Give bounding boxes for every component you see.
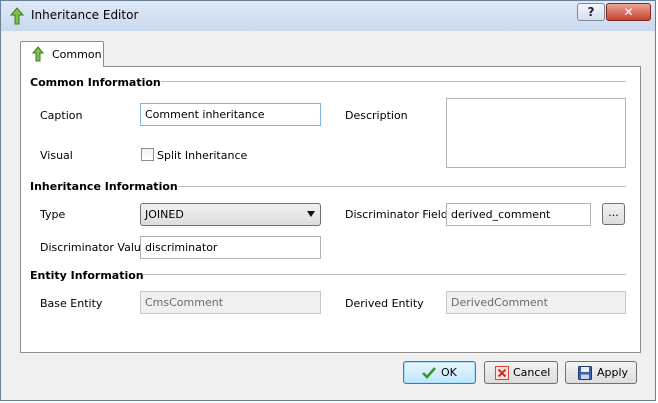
close-button[interactable]: ✕ <box>606 3 651 21</box>
help-button[interactable]: ? <box>577 3 605 21</box>
checkmark-icon <box>422 367 436 379</box>
description-textarea[interactable] <box>446 98 626 168</box>
derived-entity-field: DerivedComment <box>446 291 626 314</box>
discriminator-value-input[interactable]: discriminator <box>140 236 321 259</box>
ok-button-label: OK <box>441 366 457 379</box>
tab-label: Common <box>52 48 102 61</box>
split-inheritance-label[interactable]: Split Inheritance <box>157 149 247 162</box>
type-label: Type <box>40 208 66 221</box>
split-inheritance-checkbox[interactable] <box>141 148 154 161</box>
window-title: Inheritance Editor <box>31 8 139 22</box>
apply-button[interactable]: Apply <box>565 361 637 384</box>
apply-button-label: Apply <box>597 366 629 379</box>
section-inheritance-information: Inheritance Information <box>30 180 178 193</box>
ok-button[interactable]: OK <box>403 361 476 384</box>
visual-label: Visual <box>40 149 73 162</box>
base-entity-field: CmsComment <box>140 291 321 314</box>
cancel-button[interactable]: Cancel <box>484 361 558 384</box>
base-entity-label: Base Entity <box>40 297 103 310</box>
section-divider <box>143 274 626 275</box>
description-label: Description <box>345 109 408 122</box>
section-divider <box>161 81 626 82</box>
section-entity-information: Entity Information <box>30 269 144 282</box>
type-select-value: JOINED <box>145 208 184 221</box>
section-divider <box>178 186 626 187</box>
discriminator-field-input[interactable]: derived_comment <box>446 203 591 226</box>
x-icon <box>495 366 509 380</box>
cancel-button-label: Cancel <box>513 366 551 379</box>
derived-entity-label: Derived Entity <box>345 297 424 310</box>
section-common-information: Common Information <box>30 76 161 89</box>
caption-input[interactable]: Comment inheritance <box>140 103 321 126</box>
discriminator-value-label: Discriminator Value <box>40 241 148 254</box>
tab-common[interactable]: Common <box>20 41 104 67</box>
browse-button[interactable]: ... <box>602 203 625 225</box>
chevron-down-icon <box>307 211 315 217</box>
green-up-arrow-icon <box>32 46 44 62</box>
caption-label: Caption <box>40 109 83 122</box>
discriminator-field-label: Discriminator Field <box>345 208 448 221</box>
green-up-arrow-icon <box>10 7 24 25</box>
floppy-disk-icon <box>578 366 592 380</box>
title-bar: Inheritance Editor ? ✕ <box>1 1 655 31</box>
type-select[interactable]: JOINED <box>140 203 321 226</box>
